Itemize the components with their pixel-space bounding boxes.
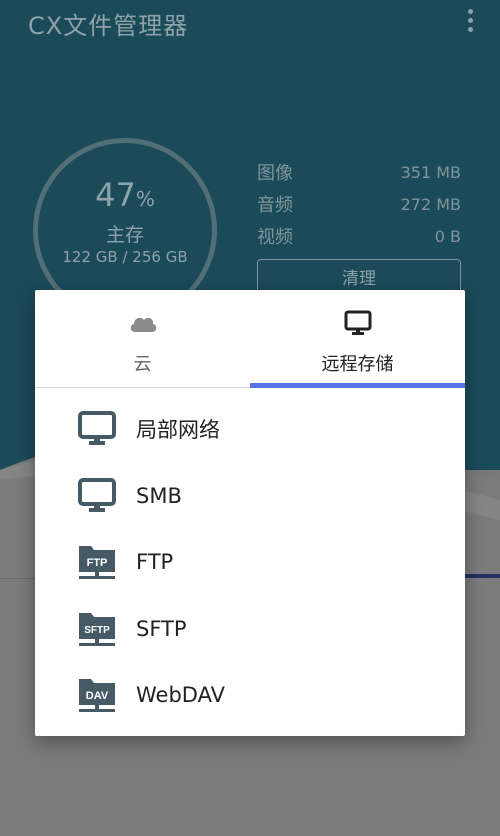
- list-item-webdav[interactable]: DAV WebDAV: [35, 662, 465, 729]
- remote-storage-list: 局部网络 SMB FTP FTP SFTP SFTP DAV WebDAV: [35, 396, 465, 729]
- ftp-badge: FTP: [87, 557, 108, 569]
- tab-remote-storage[interactable]: 远程存储: [250, 290, 465, 388]
- sftp-badge: SFTP: [84, 625, 110, 636]
- monitor-icon: [78, 477, 116, 512]
- storage-percent-value: 47: [95, 176, 136, 214]
- list-item-label: WebDAV: [136, 683, 225, 708]
- tab-indicator: [250, 383, 465, 388]
- tab-indicator-background: [464, 574, 500, 578]
- app-title: CX文件管理器: [28, 12, 189, 40]
- tab-remote-storage-label: 远程存储: [321, 354, 394, 375]
- ftp-folder-icon: FTP: [79, 546, 115, 580]
- list-item-label: SMB: [136, 483, 182, 508]
- webdav-badge: DAV: [86, 690, 109, 702]
- monitor-icon: [78, 411, 116, 446]
- dialog-tabs: 云 远程存储: [35, 290, 465, 388]
- stat-name: 图像: [257, 163, 293, 184]
- stat-value: 351 MB: [400, 162, 461, 182]
- list-item-label: SFTP: [136, 616, 187, 641]
- stat-row-images[interactable]: 图像 351 MB: [257, 160, 461, 185]
- list-item-ftp[interactable]: FTP FTP: [35, 529, 465, 596]
- list-item-smb[interactable]: SMB: [35, 463, 465, 530]
- storage-percent: 47%: [33, 176, 217, 214]
- list-item-label: FTP: [136, 550, 174, 575]
- list-item-lan[interactable]: 局部网络: [35, 396, 465, 463]
- storage-label: 主存: [105, 224, 144, 246]
- storage-usage: 122 GB / 256 GB: [62, 248, 188, 266]
- stat-row-audio[interactable]: 音频 272 MB: [257, 192, 461, 217]
- overflow-menu-icon[interactable]: [458, 6, 482, 34]
- cloud-icon: [130, 317, 156, 332]
- stat-name: 音频: [257, 195, 293, 216]
- stat-row-video[interactable]: 视频 0 B: [257, 224, 461, 249]
- list-item-sftp[interactable]: SFTP SFTP: [35, 596, 465, 663]
- webdav-folder-icon: DAV: [79, 679, 115, 713]
- stat-value: 272 MB: [400, 194, 461, 214]
- tab-cloud-label: 云: [133, 354, 152, 375]
- stat-name: 视频: [257, 227, 293, 248]
- tab-cloud[interactable]: 云: [35, 290, 250, 388]
- list-item-label: 局部网络: [136, 418, 220, 443]
- monitor-icon: [344, 310, 371, 335]
- add-storage-dialog: 云 远程存储 局部网络 SMB FTP FTP SFTP SFTP DAV We…: [35, 290, 465, 736]
- divider: [0, 578, 36, 579]
- stat-value: 0 B: [434, 226, 461, 246]
- sftp-folder-icon: SFTP: [79, 612, 115, 646]
- storage-percent-sign: %: [135, 187, 155, 211]
